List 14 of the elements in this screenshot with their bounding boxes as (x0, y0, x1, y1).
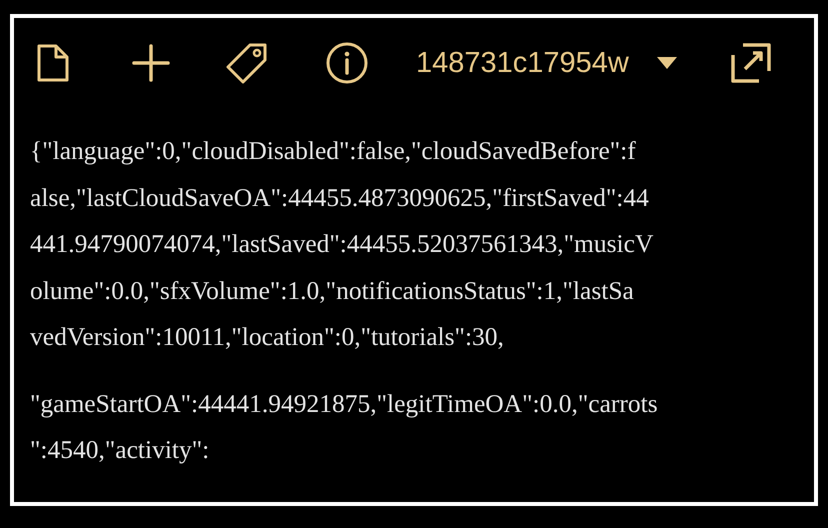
text-line: vedVersion":10011,"location":0,"tutorials":30, (30, 321, 505, 353)
text-line: ":4540,"activity": (30, 434, 210, 466)
text-line: 441.94790074074,"lastSaved":44455.52037561343,"musicV (30, 228, 654, 260)
tag-icon[interactable] (226, 42, 268, 84)
text-line: "gameStartOA":44441.94921875,"legitTimeOA":0.0,"carrots (30, 388, 659, 420)
text-line: {"language":0,"cloudDisabled":false,"cloudSavedBefore":f (30, 135, 637, 167)
text-line: olume":0.0,"sfxVolume":1.0,"notificationsStatus":1,"lastSa (30, 274, 635, 306)
add-icon[interactable] (132, 44, 170, 82)
expand-icon[interactable] (730, 43, 771, 83)
info-icon[interactable] (326, 42, 368, 84)
text-line: alse,"lastCloudSaveOA":44455.4873090625,"firstSaved":44 (30, 182, 650, 214)
document-title[interactable]: 148731c17954w (416, 46, 629, 80)
dropdown-caret-icon[interactable] (656, 57, 677, 69)
document-icon[interactable] (36, 43, 70, 83)
